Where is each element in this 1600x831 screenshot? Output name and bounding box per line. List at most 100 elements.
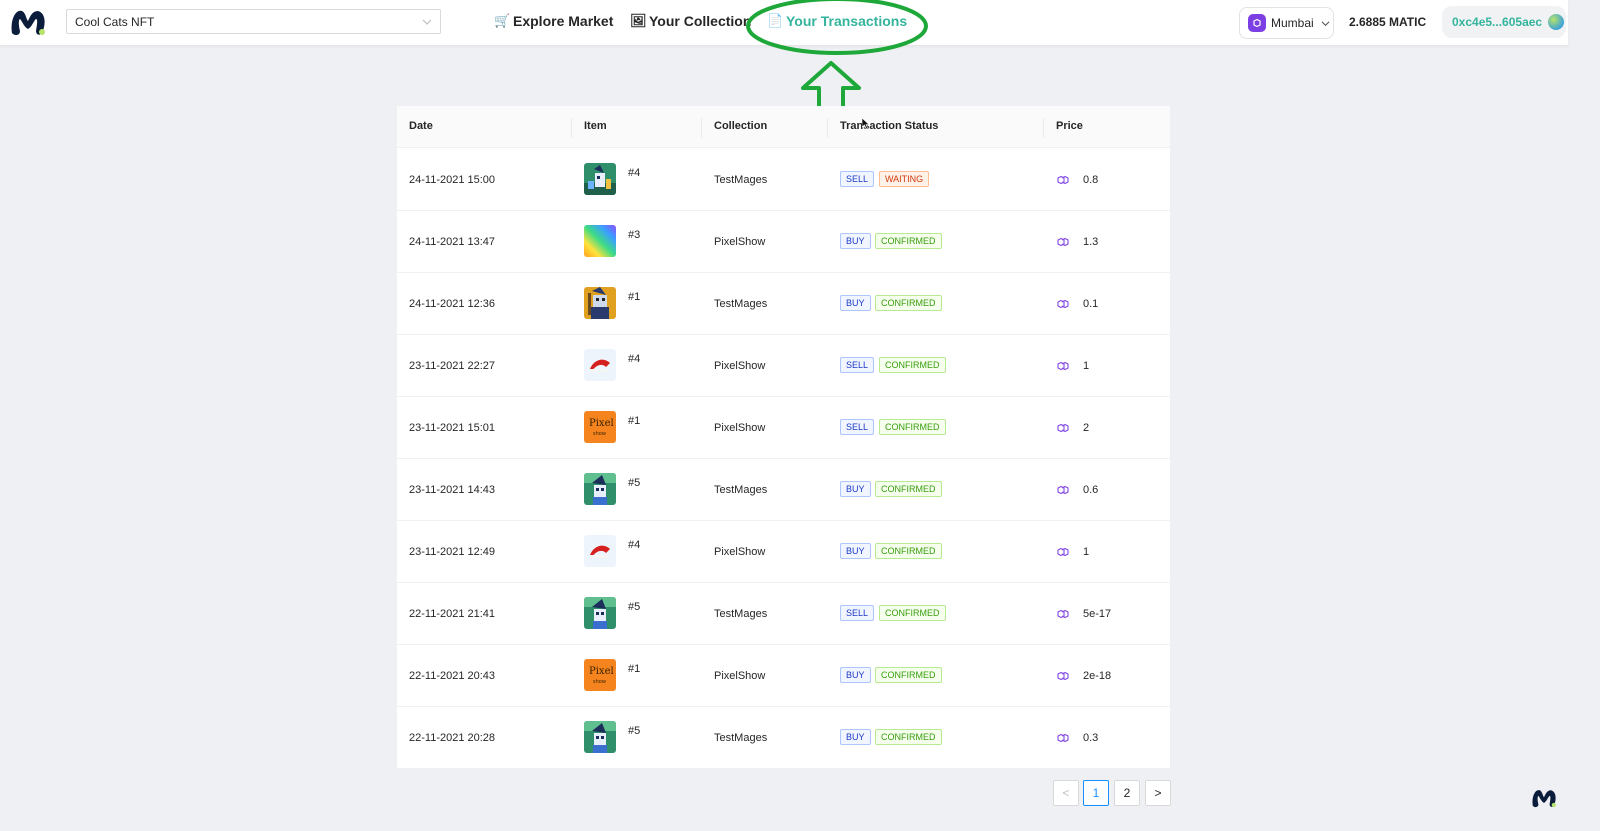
col-collection: Collection (714, 120, 768, 132)
nft-token-id: #1 (628, 663, 641, 675)
moralis-corner-logo-icon (1532, 790, 1556, 808)
search-value: Cool Cats NFT (75, 15, 155, 29)
nft-thumbnail[interactable] (584, 535, 616, 567)
collection-search-select[interactable]: Cool Cats NFT (66, 9, 441, 34)
wallet-address-button[interactable]: 0xc4e5...605aec (1442, 6, 1566, 38)
nft-thumbnail[interactable] (584, 225, 616, 257)
nft-thumbnail[interactable] (584, 721, 616, 753)
annotation-up-arrow-icon (801, 61, 861, 111)
tx-status-tag: CONFIRMED (875, 729, 942, 745)
col-date: Date (409, 120, 433, 132)
tx-status-tag: CONFIRMED (879, 605, 946, 621)
polygon-matic-icon (1057, 609, 1069, 619)
nft-token-id: #4 (628, 539, 641, 551)
table-row[interactable]: 23-11-2021 12:49 #4 PixelShow BUY CONFIRMED 1 (397, 521, 1170, 583)
tx-collection: TestMages (714, 484, 768, 496)
column-divider (701, 118, 702, 138)
nav-explore-market[interactable]: 🛒 Explore Market (494, 13, 613, 29)
tx-status-tag: CONFIRMED (879, 419, 946, 435)
nav-your-collection[interactable]: 🖼 Your Collection (630, 13, 751, 29)
polygon-matic-icon (1057, 299, 1069, 309)
table-row[interactable]: 22-11-2021 20:28 #5 TestMages BUY CONFIRMED 0… (397, 707, 1170, 769)
svg-text:Pixel: Pixel (589, 418, 614, 429)
tx-price: 0.6 (1083, 484, 1099, 496)
tx-status-tag: CONFIRMED (879, 357, 946, 373)
table-row[interactable]: 23-11-2021 14:43 #5 TestMages BUY CONFIRMED 0… (397, 459, 1170, 521)
tx-date: 23-11-2021 14:43 (409, 484, 496, 496)
polygon-matic-icon (1057, 485, 1069, 495)
tx-collection: PixelShow (714, 422, 766, 434)
tx-date: 22-11-2021 21:41 (409, 608, 496, 620)
polygon-icon (1248, 14, 1266, 32)
tx-status-tag: CONFIRMED (875, 295, 942, 311)
tx-date: 24-11-2021 15:00 (409, 174, 496, 186)
nft-token-id: #3 (628, 229, 641, 241)
document-icon: 📄 (767, 13, 784, 28)
polygon-matic-icon (1057, 361, 1069, 371)
tx-status-tag: CONFIRMED (875, 667, 942, 683)
tx-type-tag: SELL (840, 171, 875, 187)
tx-type-tag: BUY (840, 233, 871, 249)
nav-explore-label: Explore Market (513, 13, 614, 29)
table-row[interactable]: 23-11-2021 22:27 #4 PixelShow SELL CONFIRMED… (397, 335, 1170, 397)
table-row[interactable]: 24-11-2021 13:47 #3 PixelShow BUY CONFIRMED 1… (397, 211, 1170, 273)
nft-token-id: #4 (628, 353, 641, 365)
table-row[interactable]: 24-11-2021 15:00 #4 TestMages SELL WAITING 0.… (397, 149, 1170, 211)
tx-price: 0.3 (1083, 732, 1099, 744)
tx-type-tag: BUY (840, 295, 871, 311)
top-header: Cool Cats NFT 🛒 Explore Market 🖼 Your Co… (0, 0, 1568, 46)
table-row[interactable]: 22-11-2021 20:43 Pixel show #1 PixelShow BUY C… (397, 645, 1170, 707)
tx-price: 2 (1083, 422, 1090, 434)
nav-your-transactions[interactable]: 📄 Your Transactions (767, 13, 907, 29)
column-divider (1043, 118, 1044, 138)
wallet-balance: 2.6885 MATIC (1349, 15, 1427, 29)
tx-date: 22-11-2021 20:28 (409, 732, 496, 744)
table-row[interactable]: 23-11-2021 15:01 Pixel show #1 PixelShow SELL… (397, 397, 1170, 459)
tx-date: 23-11-2021 22:27 (409, 360, 496, 372)
nft-thumbnail[interactable] (584, 349, 616, 381)
tx-status-tag: CONFIRMED (875, 543, 942, 559)
nft-token-id: #1 (628, 415, 641, 427)
wallet-address: 0xc4e5...605aec (1452, 15, 1543, 29)
pagination-prev-button[interactable]: < (1053, 780, 1079, 806)
nft-token-id: #5 (628, 601, 641, 613)
tx-price: 1 (1083, 546, 1090, 558)
tx-date: 24-11-2021 12:36 (409, 298, 496, 310)
tx-price: 1 (1083, 360, 1090, 372)
pagination-page-1[interactable]: 1 (1083, 780, 1109, 806)
col-transaction-status: Transaction Status (840, 120, 939, 132)
tx-collection: TestMages (714, 608, 768, 620)
tx-collection: TestMages (714, 174, 768, 186)
tx-status-tag: WAITING (879, 171, 930, 187)
tx-type-tag: SELL (840, 357, 875, 373)
column-divider (571, 118, 572, 138)
nft-thumbnail[interactable]: Pixel show (584, 411, 616, 443)
polygon-matic-icon (1057, 237, 1069, 247)
moralis-logo-icon[interactable] (8, 5, 48, 39)
chevron-down-icon (1321, 20, 1330, 26)
svg-text:Pixel: Pixel (589, 666, 614, 677)
nft-thumbnail[interactable] (584, 163, 616, 195)
tx-price: 0.1 (1083, 298, 1099, 310)
tx-price: 0.8 (1083, 174, 1099, 186)
tx-date: 24-11-2021 13:47 (409, 236, 496, 248)
tx-date: 23-11-2021 15:01 (409, 422, 496, 434)
network-selector[interactable]: Mumbai (1239, 7, 1334, 39)
table-row[interactable]: 22-11-2021 21:41 #5 TestMages SELL CONFIRMED… (397, 583, 1170, 645)
tx-date: 22-11-2021 20:43 (409, 670, 496, 682)
nft-thumbnail[interactable] (584, 287, 616, 319)
nft-thumbnail[interactable] (584, 597, 616, 629)
tx-type-tag: BUY (840, 667, 871, 683)
table-row[interactable]: 24-11-2021 12:36 #1 TestMages BUY CONFIRMED 0… (397, 273, 1170, 335)
nav-collection-label: Your Collection (649, 13, 752, 29)
nft-thumbnail[interactable]: Pixel show (584, 659, 616, 691)
table-header: Date Item Collection Transaction Status … (397, 106, 1170, 148)
cart-icon: 🛒 (494, 13, 511, 28)
svg-text:show: show (593, 431, 606, 437)
tx-type-tag: BUY (840, 543, 871, 559)
col-item: Item (584, 120, 607, 132)
pagination-page-2[interactable]: 2 (1114, 780, 1140, 806)
nft-thumbnail[interactable] (584, 473, 616, 505)
tx-date: 23-11-2021 12:49 (409, 546, 496, 558)
pagination-next-button[interactable]: > (1145, 780, 1171, 806)
